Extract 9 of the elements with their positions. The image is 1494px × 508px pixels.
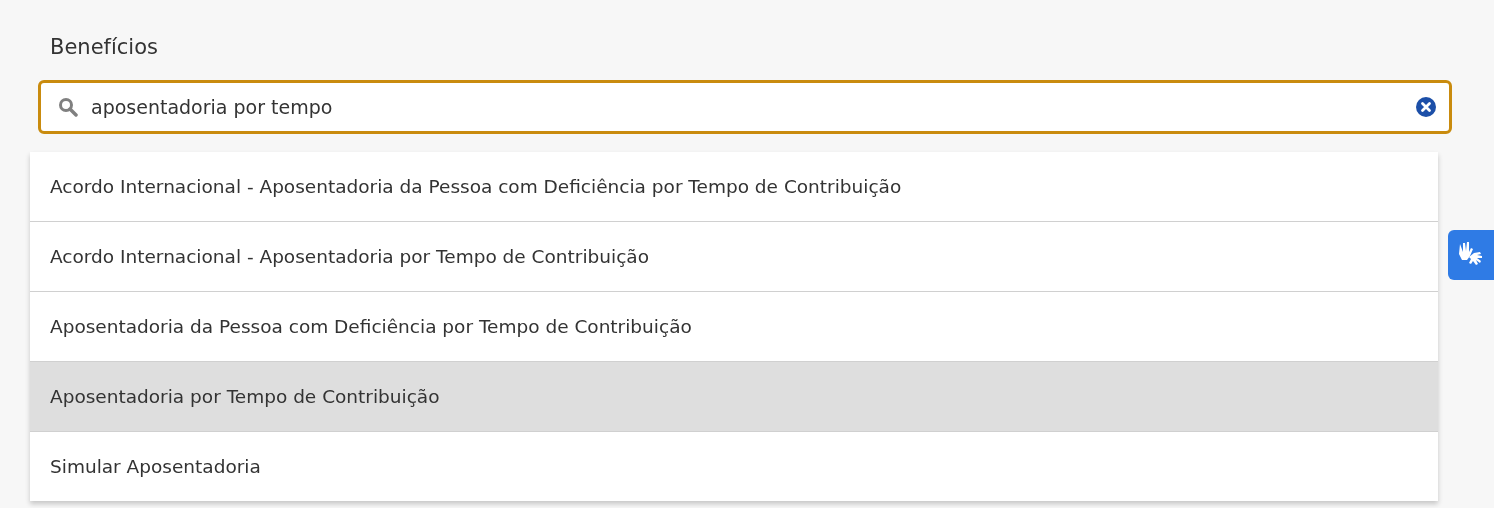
- suggestion-item[interactable]: Simular Aposentadoria: [30, 432, 1438, 501]
- suggestion-item[interactable]: Acordo Internacional - Aposentadoria da Pessoa com Deficiência por Tempo de Contribuição: [30, 152, 1438, 222]
- clear-icon[interactable]: [1416, 97, 1436, 117]
- section-title: Benefícios: [50, 34, 159, 61]
- suggestion-item[interactable]: Aposentadoria por Tempo de Contribuição: [30, 362, 1438, 432]
- sign-language-button[interactable]: [1448, 230, 1494, 280]
- suggestion-item[interactable]: Acordo Internacional - Aposentadoria por Tempo de Contribuição: [30, 222, 1438, 292]
- search-field[interactable]: aposentadoria por tempo: [38, 80, 1452, 134]
- search-icon: [58, 97, 78, 117]
